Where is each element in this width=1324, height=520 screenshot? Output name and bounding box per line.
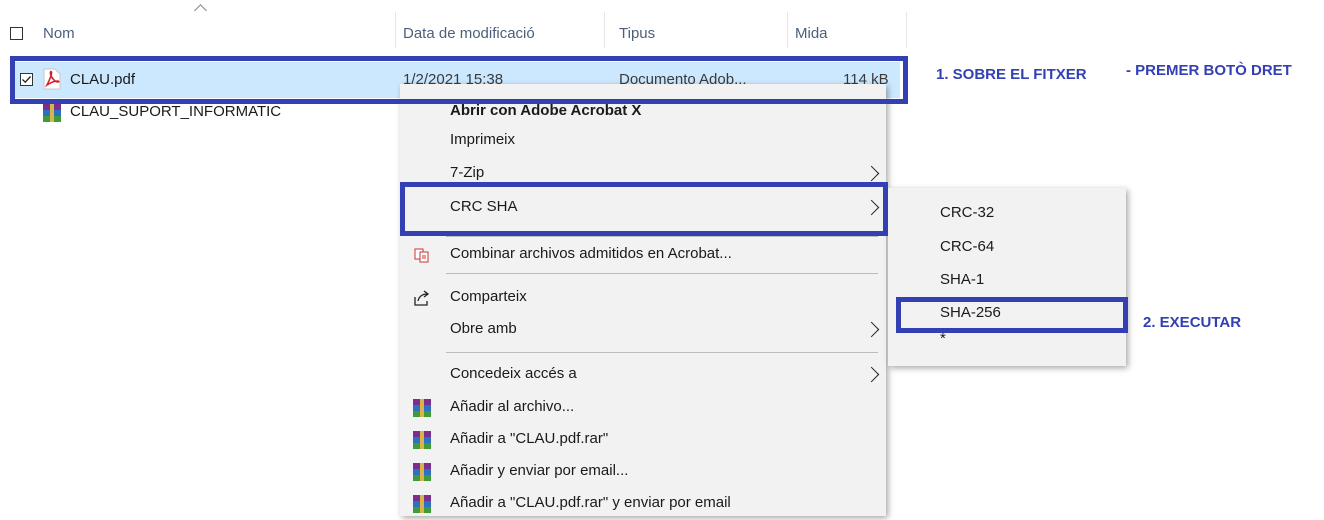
select-all-checkbox[interactable]	[10, 27, 23, 40]
submenu-item-crc32[interactable]: CRC-32	[888, 198, 1126, 230]
menu-item-add-to-archive[interactable]: Añadir al archivo...	[400, 392, 886, 424]
menu-item-share[interactable]: Comparteix	[400, 282, 886, 314]
highlight-file-row	[10, 56, 908, 104]
submenu-item-sha1[interactable]: SHA-1	[888, 265, 1126, 297]
column-name-header[interactable]: Nom	[43, 25, 75, 42]
share-icon	[413, 289, 431, 307]
column-divider[interactable]	[787, 12, 788, 48]
highlight-sha256	[896, 297, 1128, 333]
column-divider[interactable]	[395, 12, 396, 48]
column-header-bar: Nom Data de modificació Tipus Mida	[0, 0, 908, 48]
column-divider[interactable]	[906, 12, 907, 48]
column-type-header[interactable]: Tipus	[619, 25, 655, 42]
chevron-right-icon	[863, 165, 880, 182]
menu-separator	[446, 273, 878, 274]
menu-item-give-access[interactable]: Concedeix accés a	[400, 359, 886, 391]
chevron-right-icon	[863, 366, 880, 383]
menu-item-print[interactable]: Imprimeix	[400, 125, 886, 157]
menu-separator	[446, 236, 878, 237]
menu-item-combine-acrobat[interactable]: Combinar archivos admitidos en Acrobat..…	[400, 239, 886, 271]
winrar-icon	[413, 495, 431, 513]
column-date-header[interactable]: Data de modificació	[403, 25, 535, 42]
acrobat-combine-icon	[413, 246, 431, 264]
crc-sha-submenu: CRC-32 CRC-64 SHA-1 SHA-256 *	[888, 188, 1126, 366]
annotation-step1-action: - PREMER BOTÒ DRET	[1126, 62, 1292, 79]
winrar-icon	[413, 463, 431, 481]
chevron-right-icon	[863, 321, 880, 338]
winrar-icon	[413, 399, 431, 417]
highlight-crc-sha	[400, 182, 888, 236]
menu-separator	[446, 352, 878, 353]
winrar-archive-icon	[43, 104, 61, 122]
annotation-step2: 2. EXECUTAR	[1143, 314, 1242, 331]
menu-item-open-with[interactable]: Obre amb	[400, 314, 886, 346]
column-divider[interactable]	[604, 12, 605, 48]
menu-item-add-to-rar-and-email[interactable]: Añadir a "CLAU.pdf.rar" y enviar por ema…	[400, 488, 886, 520]
file-name[interactable]: CLAU_SUPORT_INFORMATIC	[70, 103, 281, 120]
menu-item-add-and-email[interactable]: Añadir y enviar por email...	[400, 456, 886, 488]
submenu-item-crc64[interactable]: CRC-64	[888, 232, 1126, 264]
sort-ascending-icon	[194, 4, 207, 17]
menu-item-add-to-rar[interactable]: Añadir a "CLAU.pdf.rar"	[400, 424, 886, 456]
column-size-header[interactable]: Mida	[795, 25, 828, 42]
winrar-icon	[413, 431, 431, 449]
context-menu: Abrir con Adobe Acrobat X Imprimeix 7-Zi…	[400, 84, 886, 516]
annotation-step1: 1. SOBRE EL FITXER	[936, 66, 1087, 83]
